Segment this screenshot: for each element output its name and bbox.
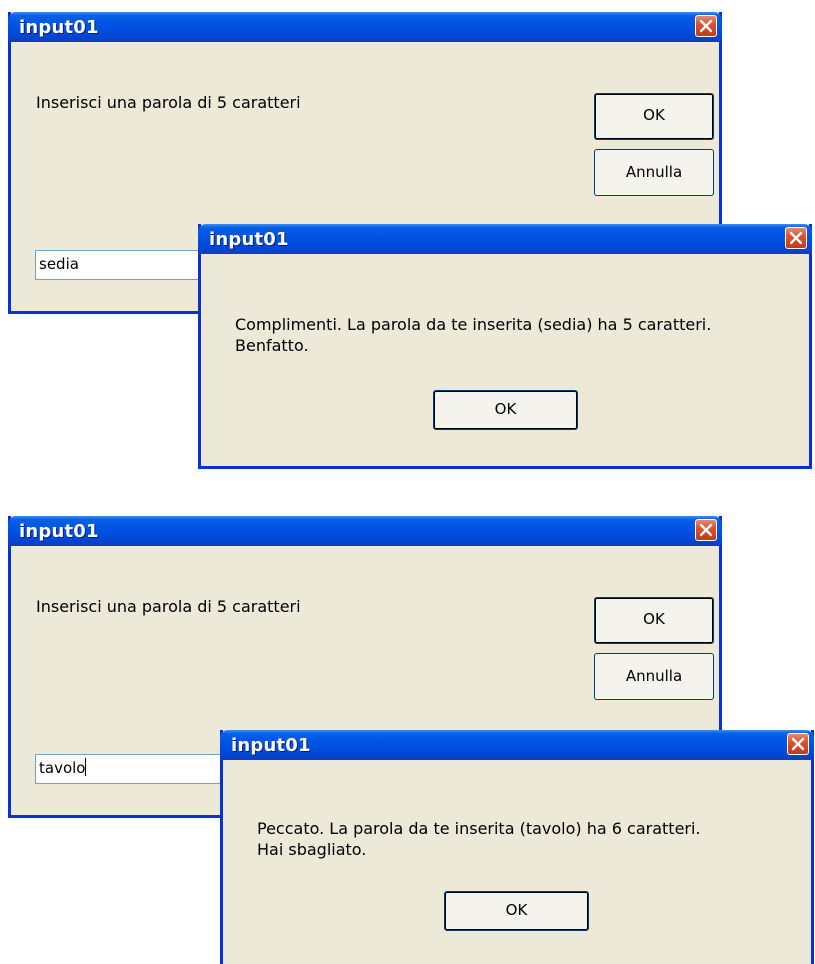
close-button[interactable] [695, 519, 717, 541]
message-text: Complimenti. La parola da te inserita (s… [235, 314, 711, 356]
cancel-button-label: Annulla [625, 667, 683, 685]
ok-button[interactable]: OK [433, 390, 578, 430]
close-x-icon [791, 737, 805, 751]
close-button[interactable] [785, 227, 807, 249]
ok-button-label: OK [494, 400, 517, 418]
message-dialog-bottom: input01 Peccato. La parola da te inserit… [220, 730, 814, 964]
title-bar[interactable]: input01 [8, 12, 722, 42]
input-value: tavolo [39, 759, 86, 777]
message-dialog-top: input01 Complimenti. La parola da te ins… [198, 224, 812, 469]
ok-button[interactable]: OK [594, 597, 714, 644]
close-button[interactable] [787, 733, 809, 755]
title-bar[interactable]: input01 [8, 516, 722, 546]
close-button[interactable] [695, 15, 717, 37]
message-line-2: Benfatto. [235, 336, 309, 355]
message-line-1: Complimenti. La parola da te inserita (s… [235, 315, 712, 334]
cancel-button[interactable]: Annulla [594, 653, 714, 700]
message-text: Peccato. La parola da te inserita (tavol… [257, 818, 701, 860]
title-bar[interactable]: input01 [198, 224, 812, 254]
window-title: input01 [19, 521, 99, 542]
window-title: input01 [19, 17, 99, 38]
ok-button-label: OK [643, 106, 665, 124]
text-caret [85, 758, 87, 776]
ok-button[interactable]: OK [444, 891, 589, 931]
close-x-icon [789, 231, 803, 245]
message-line-2: Hai sbagliato. [257, 840, 367, 859]
window-title: input01 [231, 735, 311, 756]
ok-button-label: OK [505, 901, 528, 919]
title-bar[interactable]: input01 [220, 730, 814, 760]
prompt-label: Inserisci una parola di 5 caratteri [36, 93, 301, 112]
prompt-label: Inserisci una parola di 5 caratteri [36, 597, 301, 616]
ok-button-label: OK [643, 610, 665, 628]
window-title: input01 [209, 229, 289, 250]
message-line-1: Peccato. La parola da te inserita (tavol… [257, 819, 701, 838]
close-x-icon [699, 523, 713, 537]
ok-button[interactable]: OK [594, 93, 714, 140]
cancel-button-label: Annulla [625, 163, 683, 181]
input-value: sedia [39, 255, 79, 273]
cancel-button[interactable]: Annulla [594, 149, 714, 196]
close-x-icon [699, 19, 713, 33]
